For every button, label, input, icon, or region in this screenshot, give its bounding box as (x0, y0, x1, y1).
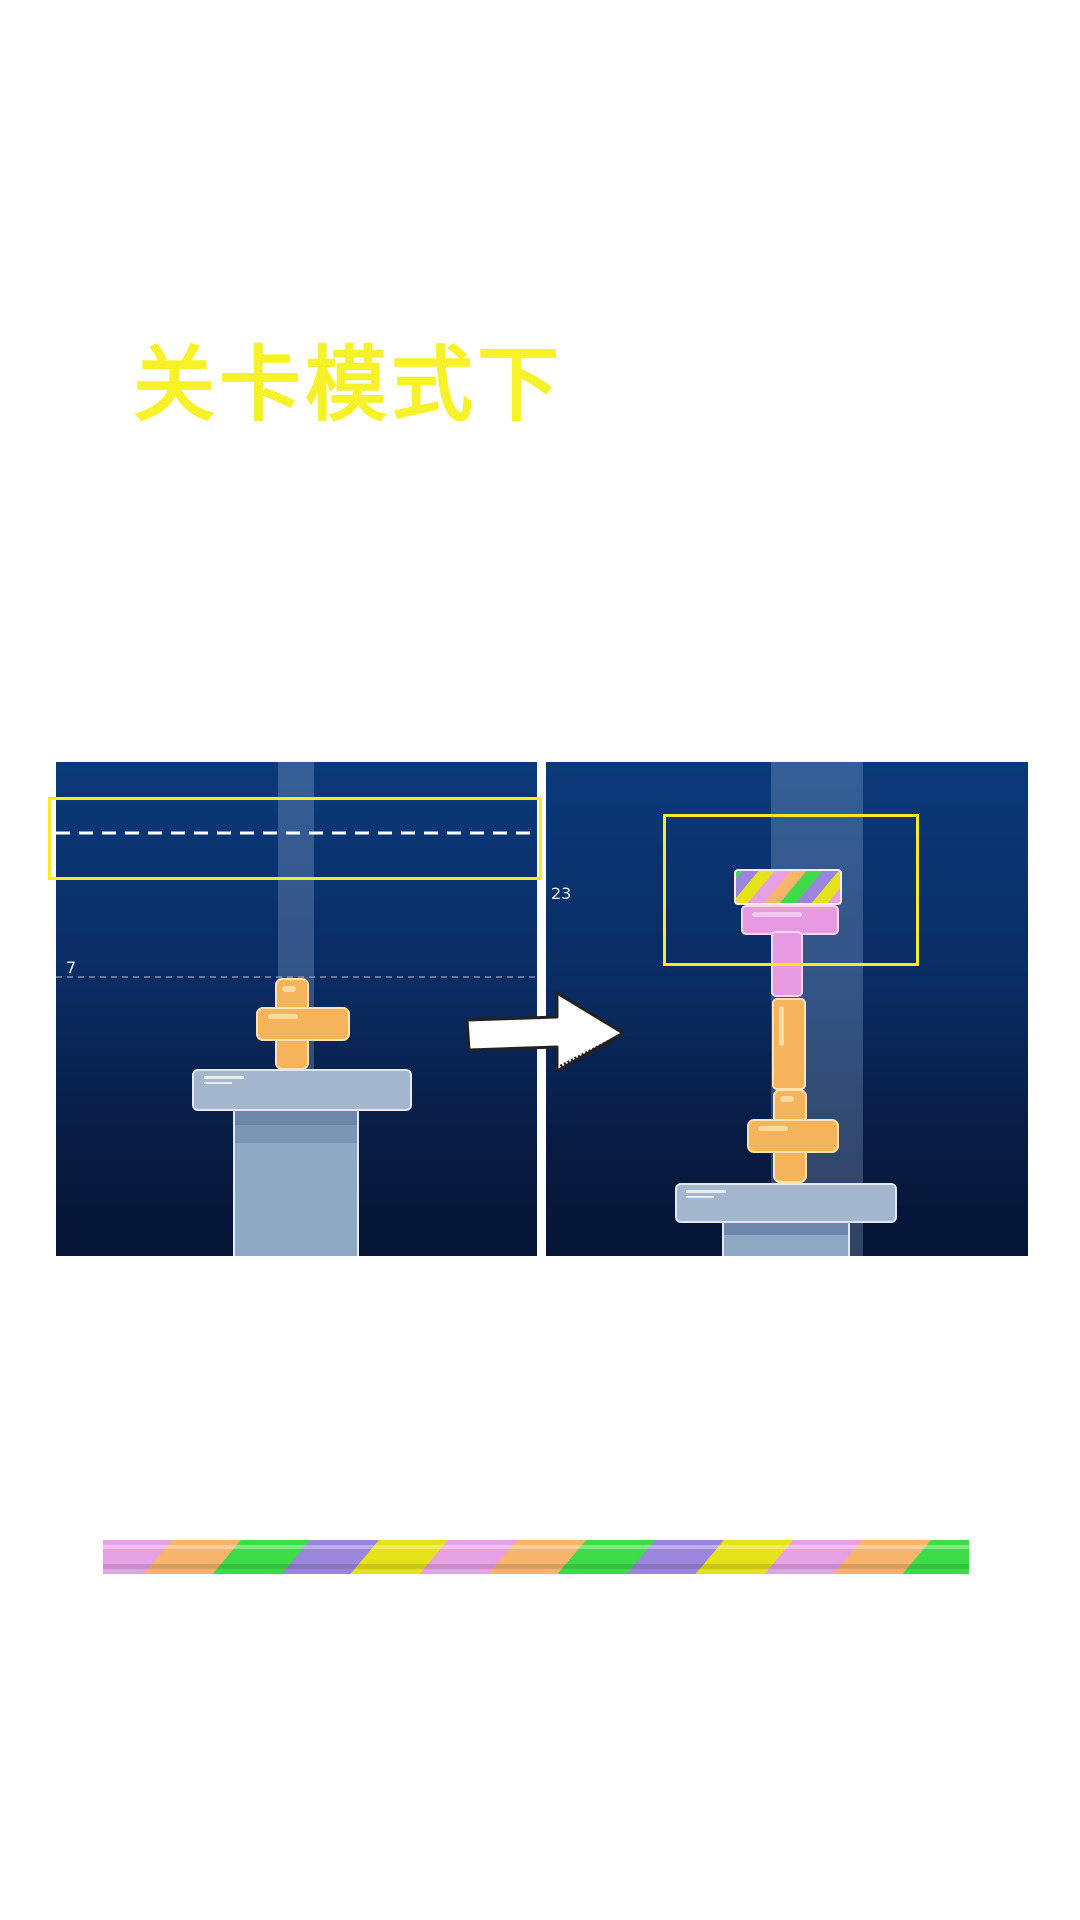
rainbow-stripe-bar (103, 1540, 969, 1574)
top-block-highlight (663, 814, 919, 966)
height-label-right: 23 (551, 884, 572, 903)
pedestal (192, 1069, 412, 1256)
target-line-highlight (48, 797, 542, 880)
plus-block (747, 1089, 839, 1183)
height-label-left: 7 (66, 958, 77, 977)
pedestal (675, 1183, 897, 1256)
orange-bar-block (772, 998, 806, 1090)
level-mode-title: 关卡模式下 (133, 338, 564, 433)
right-arrow-icon (465, 991, 625, 1073)
plus-block (256, 978, 350, 1070)
